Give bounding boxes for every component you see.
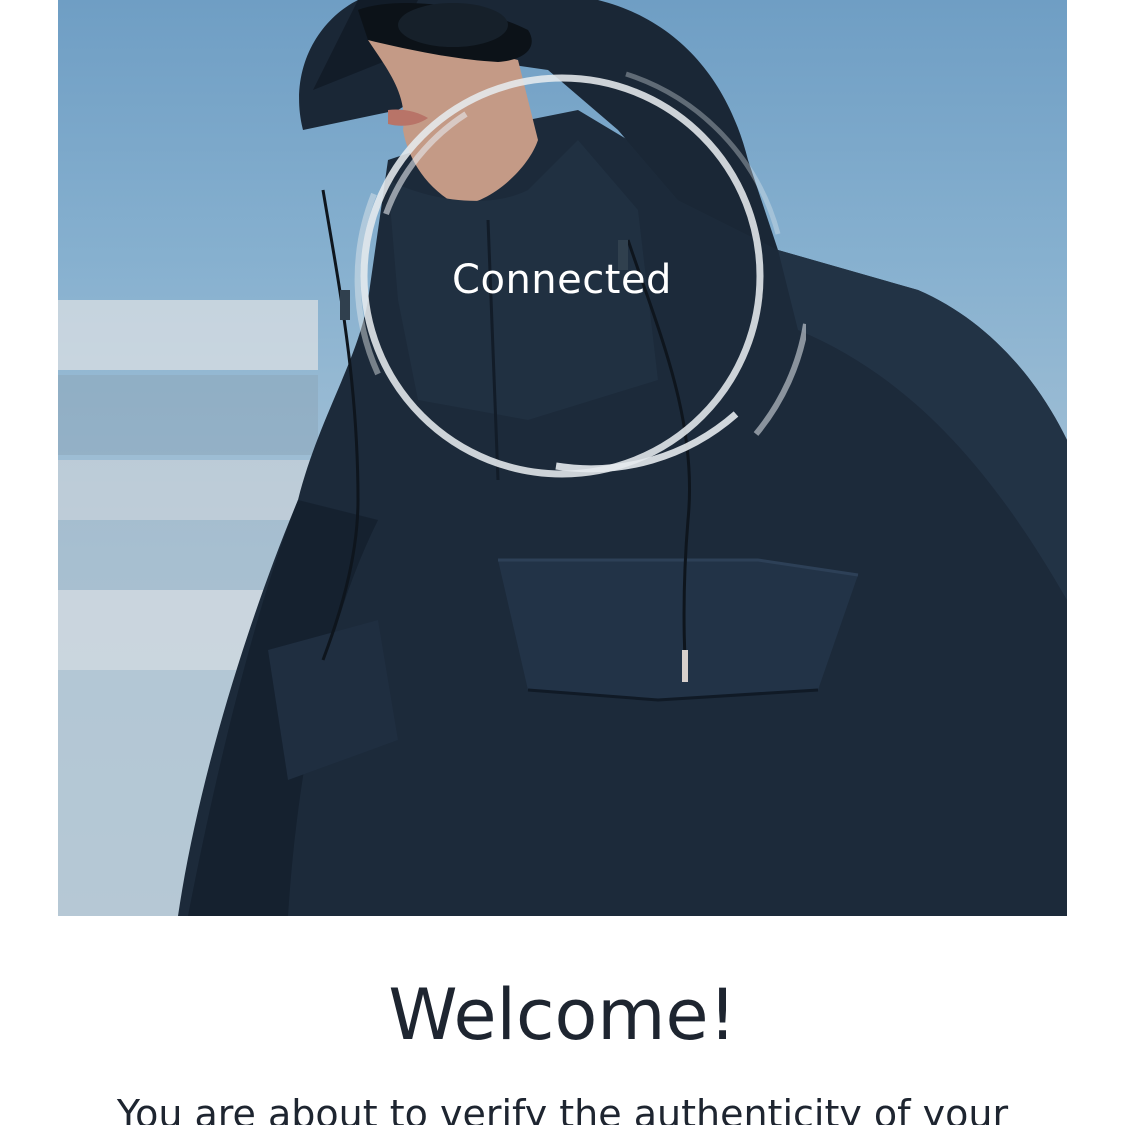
app-screen: Connected Welcome! You are about to veri… [0,0,1125,1125]
connection-status-label: Connected [452,257,672,303]
welcome-title: Welcome! [388,974,737,1056]
product-hero-image: Connected [58,0,1067,916]
welcome-description: You are about to verify the authenticity… [116,1092,1009,1125]
welcome-section: Welcome! You are about to verify the aut… [0,916,1125,1125]
